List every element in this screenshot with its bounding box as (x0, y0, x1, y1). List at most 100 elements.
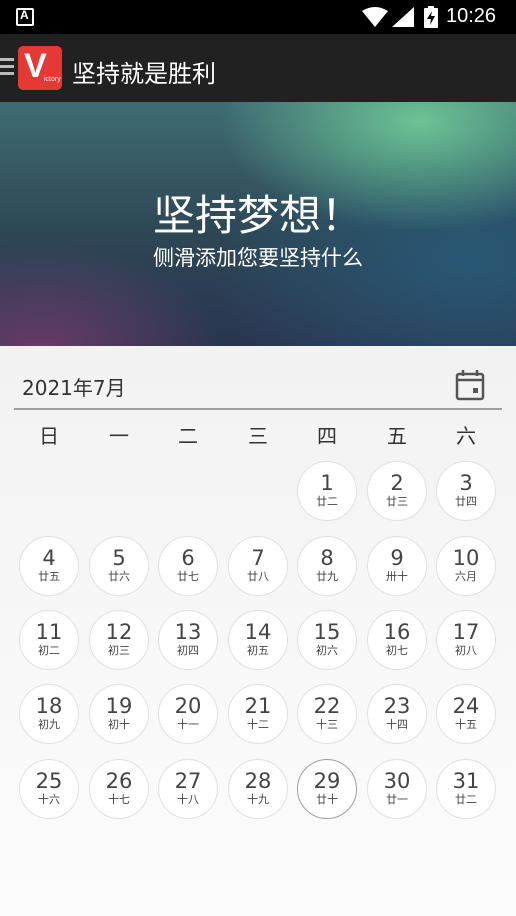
day-cell[interactable]: 23 十四 (367, 684, 427, 744)
day-number: 13 (174, 620, 202, 644)
day-number: 3 (459, 471, 473, 495)
month-label[interactable]: 2021年7月 (22, 372, 126, 401)
status-bar: 10:26 (0, 0, 516, 34)
day-cell[interactable]: 25 十六 (19, 759, 79, 819)
day-number: 18 (35, 694, 63, 718)
wifi-icon (362, 7, 388, 27)
day-number: 17 (452, 620, 480, 644)
day-cell[interactable]: 9 卅十 (367, 536, 427, 596)
month-divider (14, 408, 502, 410)
day-cell[interactable]: 30 廿一 (367, 759, 427, 819)
lunar-date: 卅十 (386, 570, 408, 583)
day-cell[interactable]: 7 廿八 (228, 536, 288, 596)
weekday-label: 一 (109, 424, 129, 448)
lunar-date: 廿四 (455, 495, 477, 508)
day-cell[interactable]: 20 十一 (158, 684, 218, 744)
day-cell[interactable]: 14 初五 (228, 610, 288, 670)
weekday-label: 日 (39, 424, 59, 448)
banner-title: 坚持梦想！ (152, 191, 363, 240)
lunar-date: 初六 (316, 644, 338, 657)
lunar-date: 初五 (247, 644, 269, 657)
day-number: 9 (390, 546, 404, 570)
day-cell-today[interactable]: 29 廿十 (297, 759, 357, 819)
day-number: 31 (452, 769, 480, 793)
day-cell[interactable]: 26 十七 (89, 759, 149, 819)
day-cell[interactable]: 15 初六 (297, 610, 357, 670)
lunar-date: 廿二 (455, 793, 477, 806)
day-cell[interactable]: 4 廿五 (19, 536, 79, 596)
lunar-date: 初二 (38, 644, 60, 657)
app-title: 坚持就是胜利 (72, 60, 216, 88)
day-cell[interactable]: 18 初九 (19, 684, 79, 744)
day-cell[interactable]: 1 廿二 (297, 461, 357, 521)
day-number: 1 (320, 471, 334, 495)
day-number: 5 (112, 546, 126, 570)
day-number: 11 (35, 620, 63, 644)
signal-icon (392, 7, 414, 27)
weekday-label: 四 (317, 424, 337, 448)
lunar-date: 初四 (177, 644, 199, 657)
banner-subtitle: 侧滑添加您要坚持什么 (153, 246, 363, 270)
day-cell[interactable]: 3 廿四 (436, 461, 496, 521)
day-number: 29 (313, 769, 341, 793)
logo-subtext: ictory (44, 76, 61, 83)
lunar-date: 廿一 (386, 793, 408, 806)
lunar-date: 初十 (108, 718, 130, 731)
day-cell[interactable]: 17 初八 (436, 610, 496, 670)
day-number: 27 (174, 769, 202, 793)
day-cell[interactable]: 5 廿六 (89, 536, 149, 596)
day-cell[interactable]: 2 廿三 (367, 461, 427, 521)
clock-time: 10:26 (446, 5, 497, 27)
weekday-label: 二 (178, 424, 198, 448)
day-cell[interactable]: 10 六月 (436, 536, 496, 596)
lunar-date: 初七 (386, 644, 408, 657)
day-number: 21 (244, 694, 272, 718)
lunar-date: 十三 (316, 718, 338, 731)
day-cell[interactable]: 31 廿二 (436, 759, 496, 819)
day-cell[interactable]: 21 十二 (228, 684, 288, 744)
day-cell[interactable]: 22 十三 (297, 684, 357, 744)
calendar-icon[interactable] (455, 369, 485, 401)
day-number: 12 (105, 620, 133, 644)
weekday-label: 三 (248, 424, 268, 448)
day-number: 8 (320, 546, 334, 570)
day-number: 25 (35, 769, 63, 793)
day-cell[interactable]: 24 十五 (436, 684, 496, 744)
calendar-panel: 2021年7月 日一二三四五六 1 廿二 2 廿三 3 廿四 4 廿五 5 廿六 6 廿七 7 廿八 8 廿九… (0, 346, 516, 916)
day-cell[interactable]: 16 初七 (367, 610, 427, 670)
lunar-date: 十四 (386, 718, 408, 731)
lunar-date: 初八 (455, 644, 477, 657)
lunar-date: 廿七 (177, 570, 199, 583)
menu-icon[interactable] (0, 58, 14, 78)
day-number: 2 (390, 471, 404, 495)
lunar-date: 十一 (177, 718, 199, 731)
day-cell[interactable]: 19 初十 (89, 684, 149, 744)
day-cell[interactable]: 11 初二 (19, 610, 79, 670)
day-number: 28 (244, 769, 272, 793)
lunar-date: 六月 (455, 570, 477, 583)
day-cell[interactable]: 13 初四 (158, 610, 218, 670)
day-number: 30 (383, 769, 411, 793)
day-cell[interactable]: 27 十八 (158, 759, 218, 819)
day-number: 7 (251, 546, 265, 570)
weekday-label: 五 (387, 424, 407, 448)
lunar-date: 廿二 (316, 495, 338, 508)
header-banner: 坚持梦想！ 侧滑添加您要坚持什么 (0, 102, 516, 346)
day-number: 24 (452, 694, 480, 718)
day-cell[interactable]: 28 十九 (228, 759, 288, 819)
app-notification-icon (16, 8, 34, 26)
lunar-date: 廿九 (316, 570, 338, 583)
app-toolbar: V ictory 坚持就是胜利 (0, 34, 516, 102)
day-number: 10 (452, 546, 480, 570)
lunar-date: 廿八 (247, 570, 269, 583)
day-cell[interactable]: 12 初三 (89, 610, 149, 670)
weekday-label: 六 (456, 424, 476, 448)
lunar-date: 十七 (108, 793, 130, 806)
lunar-date: 十二 (247, 718, 269, 731)
battery-charging-icon (424, 6, 438, 28)
lunar-date: 廿六 (108, 570, 130, 583)
day-number: 20 (174, 694, 202, 718)
day-cell[interactable]: 8 廿九 (297, 536, 357, 596)
day-number: 19 (105, 694, 133, 718)
day-cell[interactable]: 6 廿七 (158, 536, 218, 596)
